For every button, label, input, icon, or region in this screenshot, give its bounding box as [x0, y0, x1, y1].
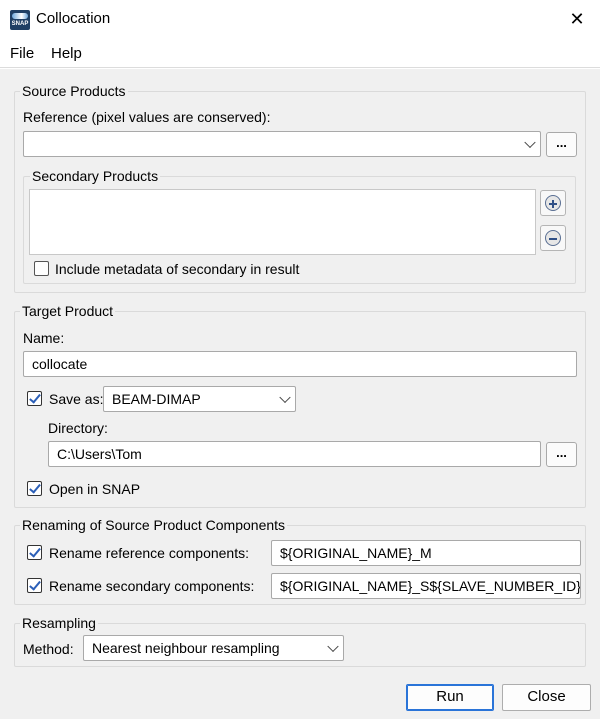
reference-product-combo[interactable]	[23, 131, 541, 157]
save-as-label: Save as:	[49, 391, 104, 407]
snap-app-icon: SNAP	[10, 10, 30, 30]
rename-secondary-checkbox[interactable]	[27, 578, 42, 593]
format-select[interactable]: BEAM-DIMAP	[103, 386, 296, 412]
directory-browse-button[interactable]: ...	[546, 442, 577, 467]
rename-reference-label: Rename reference components:	[49, 545, 249, 561]
resampling-method-select[interactable]: Nearest neighbour resampling	[83, 635, 344, 661]
target-product-title: Target Product	[20, 303, 116, 319]
plus-icon	[545, 195, 561, 211]
save-as-checkbox[interactable]	[27, 391, 42, 406]
method-label: Method:	[23, 641, 74, 657]
include-metadata-label: Include metadata of secondary in result	[55, 261, 300, 277]
menu-bar	[0, 38, 600, 68]
minus-icon	[545, 230, 561, 246]
source-products-title: Source Products	[20, 83, 128, 99]
renaming-title: Renaming of Source Product Components	[20, 517, 288, 533]
resampling-method-value: Nearest neighbour resampling	[92, 640, 280, 656]
format-value: BEAM-DIMAP	[112, 391, 201, 407]
include-metadata-checkbox[interactable]	[34, 261, 49, 276]
menu-help[interactable]: Help	[51, 45, 82, 62]
directory-input[interactable]: C:\Users\Tom	[48, 441, 541, 467]
menu-file[interactable]: File	[10, 45, 34, 62]
secondary-products-list[interactable]	[29, 189, 536, 255]
chevron-down-icon	[524, 136, 536, 149]
target-product-group	[14, 311, 586, 508]
window-title: Collocation	[36, 10, 111, 27]
directory-label: Directory:	[48, 420, 108, 436]
add-secondary-button[interactable]	[540, 190, 566, 216]
chevron-down-icon	[327, 640, 339, 653]
rename-secondary-label: Rename secondary components:	[49, 578, 255, 594]
open-in-snap-label: Open in SNAP	[49, 481, 141, 497]
name-label: Name:	[23, 330, 65, 346]
rename-reference-checkbox[interactable]	[27, 545, 42, 560]
close-window-icon[interactable]: ✕	[566, 8, 588, 30]
rename-reference-input[interactable]: ${ORIGINAL_NAME}_M	[271, 540, 581, 566]
run-button[interactable]: Run	[406, 684, 494, 711]
open-in-snap-checkbox[interactable]	[27, 481, 42, 496]
chevron-down-icon	[279, 391, 291, 404]
target-name-input[interactable]: collocate	[23, 351, 577, 377]
close-button[interactable]: Close	[502, 684, 591, 711]
secondary-products-title: Secondary Products	[30, 168, 161, 184]
reference-label: Reference (pixel values are conserved):	[23, 109, 271, 125]
resampling-title: Resampling	[20, 615, 98, 631]
reference-browse-button[interactable]: ...	[546, 132, 577, 157]
remove-secondary-button[interactable]	[540, 225, 566, 251]
rename-secondary-input[interactable]: ${ORIGINAL_NAME}_S${SLAVE_NUMBER_ID}	[271, 573, 581, 599]
